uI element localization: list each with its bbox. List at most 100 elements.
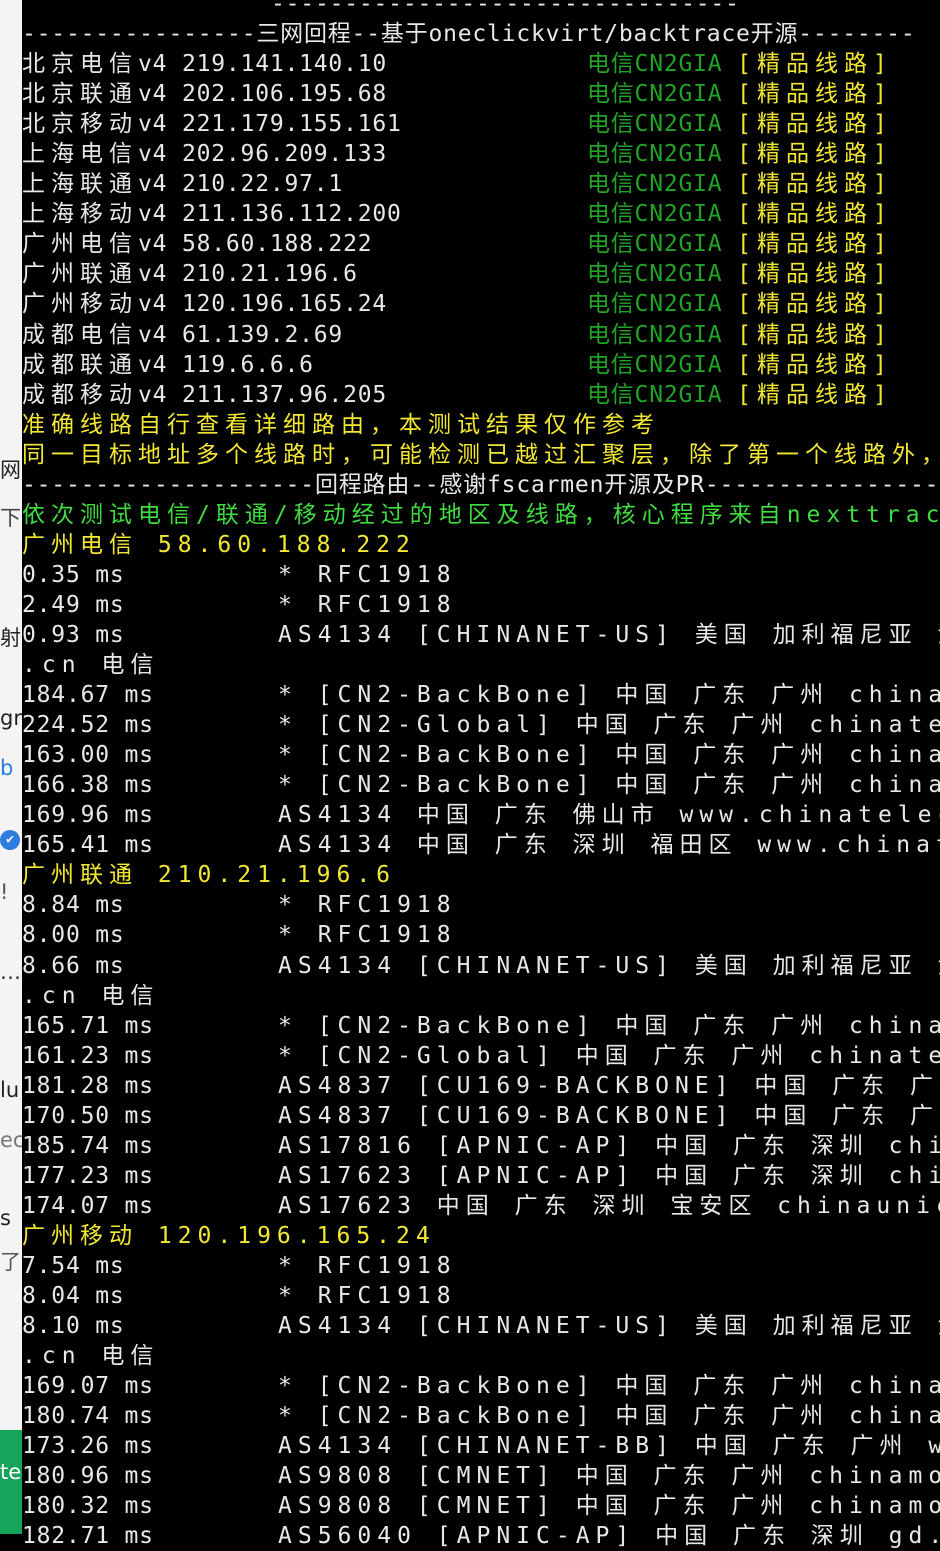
backtrace-city: 北京移动 <box>22 111 138 138</box>
backtrace-city: 成都联通 <box>22 351 138 378</box>
backtrace-row: 上海移动v4 211.136.112.200 电信CN2GIA [精品线路] <box>22 199 940 229</box>
hop-info: AS17623 中国 广东 深圳 宝安区 chinaunicom.cn <box>278 1192 940 1219</box>
backtrace-ip-version: v4 <box>138 201 168 228</box>
backtrace-ip-version: v4 <box>138 231 168 258</box>
backtrace-quality-tag: [精品线路] <box>737 111 893 138</box>
backtrace-ip: 58.60.188.222 <box>181 231 373 258</box>
backtrace-ip: 61.139.2.69 <box>181 321 344 348</box>
hop-info: * RFC1918 <box>278 561 457 588</box>
background-text-fragment: 射 <box>0 626 21 650</box>
backtrace-row: 北京联通v4 202.106.195.68 电信CN2GIA [精品线路] <box>22 79 940 109</box>
hop-latency: 7.54 ms <box>22 1252 125 1279</box>
backtrace-quality-tag: [精品线路] <box>737 291 893 318</box>
background-text-fragment: gra <box>0 706 22 730</box>
backtrace-city: 广州移动 <box>22 291 138 318</box>
backtrace-route: 电信CN2GIA <box>586 171 723 198</box>
hop-info: * [CN2-BackBone] 中国 广东 广州 chinatelecom.c… <box>278 1012 940 1039</box>
trace-hop: 161.23 ms * [CN2-Global] 中国 广东 广州 chinate… <box>22 1041 940 1071</box>
backtrace-ip: 120.196.165.24 <box>181 291 388 318</box>
trace-hop: 182.71 ms AS56040 [APNIC-AP] 中国 广东 深圳 gd.… <box>22 1521 940 1551</box>
hop-info: * RFC1918 <box>278 1283 457 1310</box>
hop-latency: 8.84 ms <box>22 892 125 919</box>
background-text-fragment: b <box>0 756 14 780</box>
backtrace-row: 上海电信v4 202.96.209.133 电信CN2GIA [精品线路] <box>22 139 940 169</box>
trace-hop: 185.74 ms AS17816 [APNIC-AP] 中国 广东 深圳 chi… <box>22 1131 940 1161</box>
backtrace-row: 广州移动v4 120.196.165.24 电信CN2GIA [精品线路] <box>22 289 940 319</box>
background-green-button: te <box>0 1430 22 1534</box>
hop-info: * RFC1918 <box>278 1252 457 1279</box>
trace-hop: 180.32 ms AS9808 [CMNET] 中国 广东 广州 chinamo… <box>22 1491 940 1521</box>
backtrace-quality-tag: [精品线路] <box>737 381 893 408</box>
backtrace-ip: 219.141.140.10 <box>181 51 388 78</box>
backtrace-ip-version: v4 <box>138 291 168 318</box>
backtrace-row: 广州电信v4 58.60.188.222 电信CN2GIA [精品线路] <box>22 229 940 259</box>
backtrace-route: 电信CN2GIA <box>586 111 723 138</box>
backtrace-note-2: 同一目标地址多个线路时，可能检测已越过汇聚层，除了第一个线路外，后续信息可能无效 <box>22 440 940 470</box>
hop-info: * RFC1918 <box>278 922 457 949</box>
trace-hop: 180.74 ms * [CN2-BackBone] 中国 广东 广州 china… <box>22 1401 940 1431</box>
trace-hop: 7.54 ms * RFC1918 <box>22 1251 940 1281</box>
backtrace-ip-version: v4 <box>138 381 168 408</box>
note-text: 同一目标地址多个线路时，可能检测已越过汇聚层，除了第一个线路外，后续信息可能无效 <box>22 441 940 468</box>
hop-latency: 8.66 ms <box>22 952 125 979</box>
background-green-button-label: te <box>0 1460 22 1484</box>
backtrace-quality-tag: [精品线路] <box>737 81 893 108</box>
backtrace-note-1: 准确线路自行查看详细路由，本测试结果仅作参考 <box>22 410 940 440</box>
backtrace-city: 北京联通 <box>22 81 138 108</box>
trace-hop: 8.10 ms AS4134 [CHINANET-US] 美国 加利福尼亚 洛杉矶… <box>22 1311 940 1341</box>
backtrace-quality-tag: [精品线路] <box>737 141 893 168</box>
hop-info: AS4837 [CU169-BACKBONE] 中国 广东 广州 chinaun… <box>278 1102 940 1129</box>
trace-hop: 8.66 ms AS4134 [CHINANET-US] 美国 加利福尼亚 洛杉矶… <box>22 951 940 981</box>
verified-check-icon: ✔ <box>0 830 20 850</box>
backtrace-city: 成都移动 <box>22 381 138 408</box>
hop-info: AS4134 中国 广东 佛山市 www.chinatelecom.com.cn <box>278 802 940 829</box>
backtrace-quality-tag: [精品线路] <box>737 351 893 378</box>
hop-latency: 177.23 ms <box>22 1162 154 1189</box>
hop-latency: 182.71 ms <box>22 1523 154 1550</box>
trace-section-title: 广州联通 210.21.196.6 <box>22 860 940 890</box>
hop-latency: 0.93 ms <box>22 621 125 648</box>
backtrace-ip-version: v4 <box>138 141 168 168</box>
hop-latency: 184.67 ms <box>22 682 154 709</box>
trace-hop: 173.26 ms AS4134 [CHINANET-BB] 中国 广东 广州 w… <box>22 1431 940 1461</box>
backtrace-city: 广州联通 <box>22 261 138 288</box>
backtrace-ip: 221.179.155.161 <box>181 111 402 138</box>
backtrace-city: 广州电信 <box>22 231 138 258</box>
backtrace-quality-tag: [精品线路] <box>737 171 893 198</box>
trace-hop: 177.23 ms AS17623 [APNIC-AP] 中国 广东 深圳 chi… <box>22 1161 940 1191</box>
hop-info: AS9808 [CMNET] 中国 广东 广州 chinamobile.com <box>278 1463 940 1490</box>
hop-latency: 180.74 ms <box>22 1403 154 1430</box>
hop-info-continued: .cn 电信 <box>22 652 160 679</box>
trace-hop: 0.93 ms AS4134 [CHINANET-US] 美国 加利福尼亚 洛杉矶… <box>22 620 940 650</box>
hop-info: * [CN2-BackBone] 中国 广东 广州 chinatelecom.c… <box>278 1373 940 1400</box>
backtrace-row: 北京电信v4 219.141.140.10 电信CN2GIA [精品线路] <box>22 49 940 79</box>
background-text-fragment: 了 <box>0 1250 21 1274</box>
trace-hop: 184.67 ms * [CN2-BackBone] 中国 广东 广州 china… <box>22 680 940 710</box>
backtrace-header: ----------------三网回程--基于oneclickvirt/bac… <box>22 19 940 49</box>
backtrace-ip: 202.106.195.68 <box>181 81 388 108</box>
hop-latency: 169.07 ms <box>22 1373 154 1400</box>
hop-info-continued: .cn 电信 <box>22 982 160 1009</box>
backtrace-route: 电信CN2GIA <box>586 351 723 378</box>
backtrace-ip-version: v4 <box>138 321 168 348</box>
background-text-fragment: ec <box>0 1128 22 1152</box>
background-text-fragment: s <box>0 1206 11 1230</box>
hop-latency: 173.26 ms <box>22 1433 154 1460</box>
backtrace-quality-tag: [精品线路] <box>737 201 893 228</box>
hop-latency: 180.32 ms <box>22 1493 154 1520</box>
hop-latency: 8.04 ms <box>22 1283 125 1310</box>
backtrace-ip-version: v4 <box>138 351 168 378</box>
note-text: 准确线路自行查看详细路由，本测试结果仅作参考 <box>22 411 660 438</box>
